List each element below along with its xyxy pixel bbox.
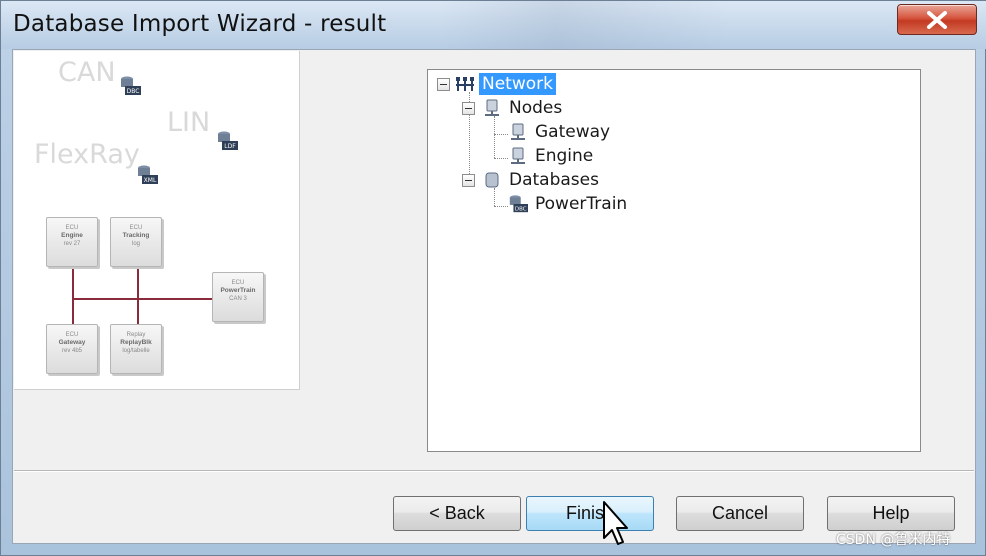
- ecu-type: ECU: [129, 225, 143, 231]
- can-label: CAN: [58, 57, 116, 88]
- ecu-sub: log: [131, 241, 140, 247]
- ecu-box: ECU Gateway rev 4b5: [46, 324, 98, 374]
- title-bar[interactable]: Database Import Wizard - result: [1, 1, 986, 49]
- ecu-type: ECU: [65, 332, 79, 338]
- ecu-box: ECU PowerTrain CAN 3: [212, 272, 264, 322]
- powertrain-label: PowerTrain: [535, 194, 628, 214]
- dbc-file-icon: DBC: [121, 76, 141, 95]
- bus-wire: [72, 264, 74, 326]
- back-button[interactable]: < Back: [393, 496, 521, 531]
- dbc-badge-text: DBC: [127, 88, 140, 95]
- tree-connector: [494, 206, 508, 207]
- watermark: CSDN @鲁米内特: [836, 532, 951, 548]
- databases-label: Databases: [509, 170, 599, 190]
- xml-badge-text: XML: [144, 177, 157, 184]
- tree-item-databases[interactable]: Databases: [482, 169, 602, 191]
- flexray-label: FlexRay: [34, 139, 140, 170]
- lin-label: LIN: [167, 107, 211, 138]
- ecu-sub: rev 27: [63, 241, 81, 247]
- ecu-sub: rev 4b5: [61, 348, 82, 354]
- ecu-name: Engine: [61, 232, 83, 239]
- tree-connector: [494, 134, 508, 135]
- ecu-name: Tracking: [122, 232, 150, 239]
- network-illustration: CAN DBC LIN LDF FlexRay XML ECU Engine r…: [14, 51, 300, 390]
- close-button[interactable]: [897, 4, 977, 35]
- ecu-name: PowerTrain: [220, 287, 256, 294]
- ldf-file-icon: LDF: [218, 131, 238, 150]
- tree-item-network[interactable]: Network: [455, 73, 556, 95]
- database-icon: [485, 172, 499, 188]
- ecu-box: ECU Tracking log: [110, 217, 162, 267]
- network-tree[interactable]: Network Nodes Gateway Engine Databases D…: [427, 69, 921, 452]
- title-bar-glass: [441, 1, 731, 49]
- tree-item-powertrain[interactable]: DBC PowerTrain: [508, 193, 630, 215]
- ecu-sub: log/tabelle: [122, 348, 150, 354]
- cancel-button[interactable]: Cancel: [676, 496, 804, 531]
- tree-item-nodes[interactable]: Nodes: [482, 97, 565, 119]
- bus-wire: [137, 264, 139, 326]
- tree-item-gateway[interactable]: Gateway: [508, 121, 613, 143]
- databases-collapse-toggle[interactable]: [462, 174, 475, 187]
- ecu-box: ECU Engine rev 27: [46, 217, 98, 267]
- nodes-label: Nodes: [509, 98, 563, 118]
- ecu-type: Replay: [126, 332, 146, 338]
- wizard-client-area: CAN DBC LIN LDF FlexRay XML ECU Engine r…: [12, 49, 976, 544]
- gateway-label: Gateway: [535, 122, 611, 142]
- dbc-file-icon: DBC: [509, 195, 528, 212]
- node-icon: [511, 147, 525, 164]
- ecu-box: Replay ReplayBlk log/tabelle: [110, 324, 162, 374]
- wizard-window: Database Import Wizard - result CAN DBC …: [0, 0, 986, 556]
- tree-connector: [494, 116, 495, 158]
- mouse-pointer-icon: [603, 501, 628, 545]
- network-icon: [456, 77, 474, 91]
- ecu-sub: CAN 3: [229, 296, 247, 302]
- ecu-name: Gateway: [58, 339, 86, 346]
- nodes-collapse-toggle[interactable]: [462, 102, 475, 115]
- network-label: Network: [479, 73, 556, 95]
- node-icon: [511, 123, 525, 140]
- ecu-type: ECU: [231, 280, 245, 286]
- tree-connector: [494, 158, 508, 159]
- nodes-icon: [485, 99, 499, 116]
- xml-file-icon: XML: [138, 165, 158, 184]
- dbc-badge-text: DBC: [515, 206, 527, 212]
- window-title: Database Import Wizard - result: [13, 11, 387, 37]
- bus-wire: [72, 298, 212, 300]
- ldf-badge-text: LDF: [224, 143, 236, 150]
- ecu-name: ReplayBlk: [120, 339, 152, 346]
- engine-label: Engine: [535, 146, 594, 166]
- network-collapse-toggle[interactable]: [437, 78, 450, 91]
- finish-button[interactable]: Finish: [526, 496, 654, 531]
- close-icon: [927, 10, 947, 29]
- footer-separator: [14, 470, 974, 472]
- help-button[interactable]: Help: [827, 496, 955, 531]
- tree-item-engine[interactable]: Engine: [508, 145, 596, 167]
- ecu-type: ECU: [65, 225, 79, 231]
